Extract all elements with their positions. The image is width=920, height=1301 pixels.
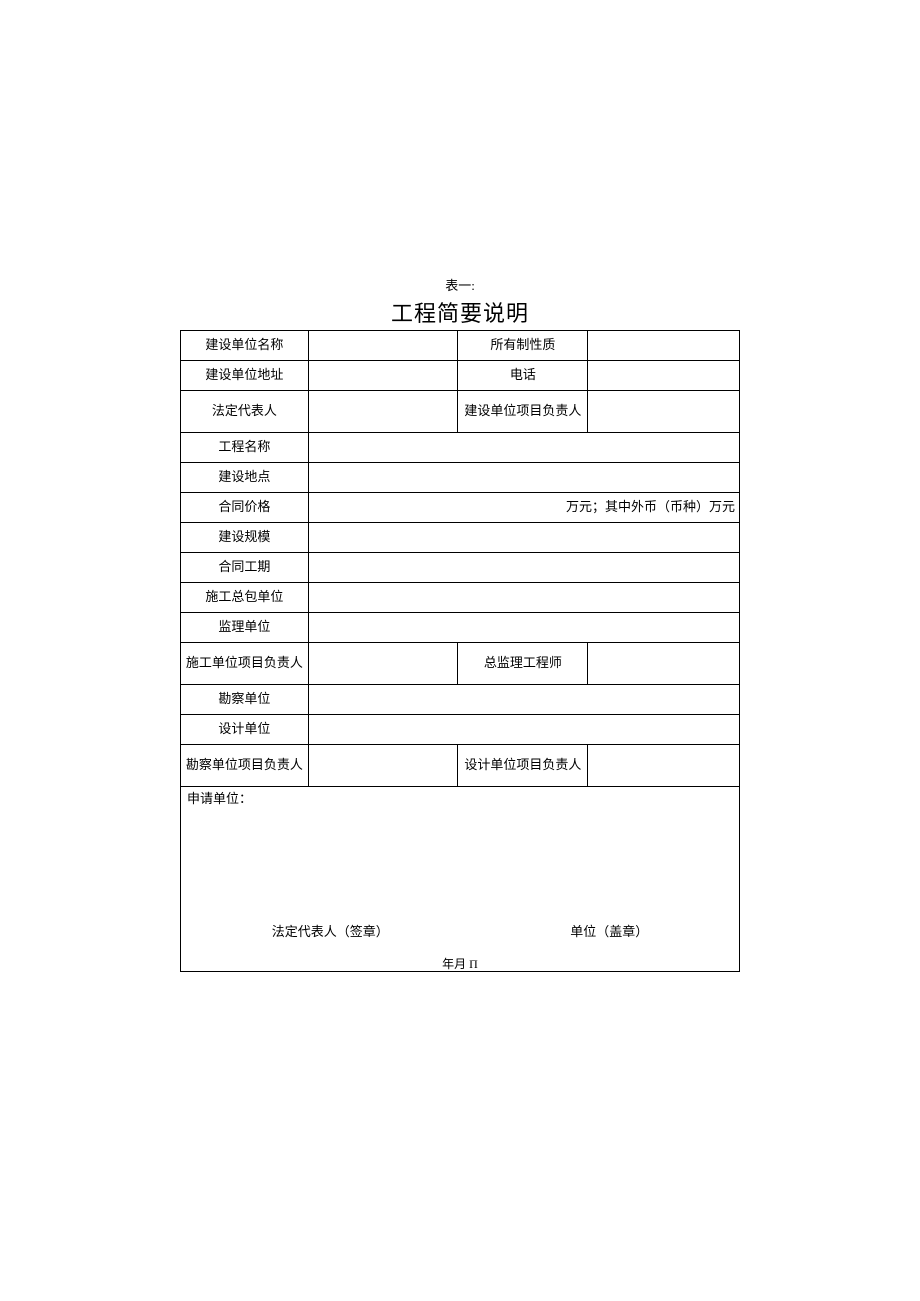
table-row: 工程名称 [181, 433, 740, 463]
label-contract-duration: 合同工期 [181, 553, 309, 583]
value-construction-unit-name[interactable] [308, 331, 458, 361]
table-row: 监理单位 [181, 613, 740, 643]
label-construction-unit-address: 建设单位地址 [181, 361, 309, 391]
label-construction-scale: 建设规模 [181, 523, 309, 553]
table-row: 建设地点 [181, 463, 740, 493]
value-construction-unit-pm[interactable] [588, 391, 740, 433]
table-row: 合同价格 万元；其中外币（币种）万元 [181, 493, 740, 523]
value-design-unit-pm[interactable] [588, 745, 740, 787]
value-survey-unit-pm[interactable] [308, 745, 458, 787]
label-contractor-pm: 施工单位项目负责人 [181, 643, 309, 685]
table-number-label: 表一: [180, 275, 740, 294]
label-general-contractor: 施工总包单位 [181, 583, 309, 613]
label-construction-unit-pm: 建设单位项目负责人 [458, 391, 588, 433]
table-row: 施工单位项目负责人 总监理工程师 [181, 643, 740, 685]
value-project-name[interactable] [308, 433, 739, 463]
table-row: 勘察单位 [181, 685, 740, 715]
date-label: 年月 Π [181, 957, 739, 973]
value-construction-unit-address[interactable] [308, 361, 458, 391]
value-phone[interactable] [588, 361, 740, 391]
table-row: 建设单位地址 电话 [181, 361, 740, 391]
value-design-unit[interactable] [308, 715, 739, 745]
table-row: 建设规模 [181, 523, 740, 553]
label-construction-unit-name: 建设单位名称 [181, 331, 309, 361]
applicant-section: 申请单位： 法定代表人（签章） 单位（盖章） 年月 Π [181, 787, 740, 972]
value-ownership-type[interactable] [588, 331, 740, 361]
value-chief-supervisor[interactable] [588, 643, 740, 685]
label-project-name: 工程名称 [181, 433, 309, 463]
label-supervision-unit: 监理单位 [181, 613, 309, 643]
form-page: 表一: 工程简要说明 建设单位名称 所有制性质 建设单位地址 电话 法定代表人 … [180, 275, 740, 972]
form-title: 工程简要说明 [180, 296, 740, 328]
applicant-unit-label: 申请单位： [187, 791, 252, 806]
label-survey-unit: 勘察单位 [181, 685, 309, 715]
value-construction-scale[interactable] [308, 523, 739, 553]
label-contract-price: 合同价格 [181, 493, 309, 523]
value-contract-price[interactable]: 万元；其中外币（币种）万元 [308, 493, 739, 523]
value-supervision-unit[interactable] [308, 613, 739, 643]
label-legal-representative: 法定代表人 [181, 391, 309, 433]
project-summary-table: 建设单位名称 所有制性质 建设单位地址 电话 法定代表人 建设单位项目负责人 工… [180, 330, 740, 972]
label-construction-location: 建设地点 [181, 463, 309, 493]
table-row: 合同工期 [181, 553, 740, 583]
value-general-contractor[interactable] [308, 583, 739, 613]
label-design-unit: 设计单位 [181, 715, 309, 745]
signature-area: 法定代表人（签章） 单位（盖章） [181, 924, 739, 953]
value-contract-duration[interactable] [308, 553, 739, 583]
value-legal-representative[interactable] [308, 391, 458, 433]
value-construction-location[interactable] [308, 463, 739, 493]
label-phone: 电话 [458, 361, 588, 391]
table-row: 设计单位 [181, 715, 740, 745]
value-contractor-pm[interactable] [308, 643, 458, 685]
legal-rep-sign-label: 法定代表人（签章） [272, 924, 389, 941]
table-row-footer: 申请单位： 法定代表人（签章） 单位（盖章） 年月 Π [181, 787, 740, 972]
unit-seal-label: 单位（盖章） [570, 924, 648, 941]
value-survey-unit[interactable] [308, 685, 739, 715]
label-design-unit-pm: 设计单位项目负责人 [458, 745, 588, 787]
label-chief-supervisor: 总监理工程师 [458, 643, 588, 685]
table-row: 法定代表人 建设单位项目负责人 [181, 391, 740, 433]
table-row: 施工总包单位 [181, 583, 740, 613]
table-row: 勘察单位项目负责人 设计单位项目负责人 [181, 745, 740, 787]
table-row: 建设单位名称 所有制性质 [181, 331, 740, 361]
label-ownership-type: 所有制性质 [458, 331, 588, 361]
label-survey-unit-pm: 勘察单位项目负责人 [181, 745, 309, 787]
